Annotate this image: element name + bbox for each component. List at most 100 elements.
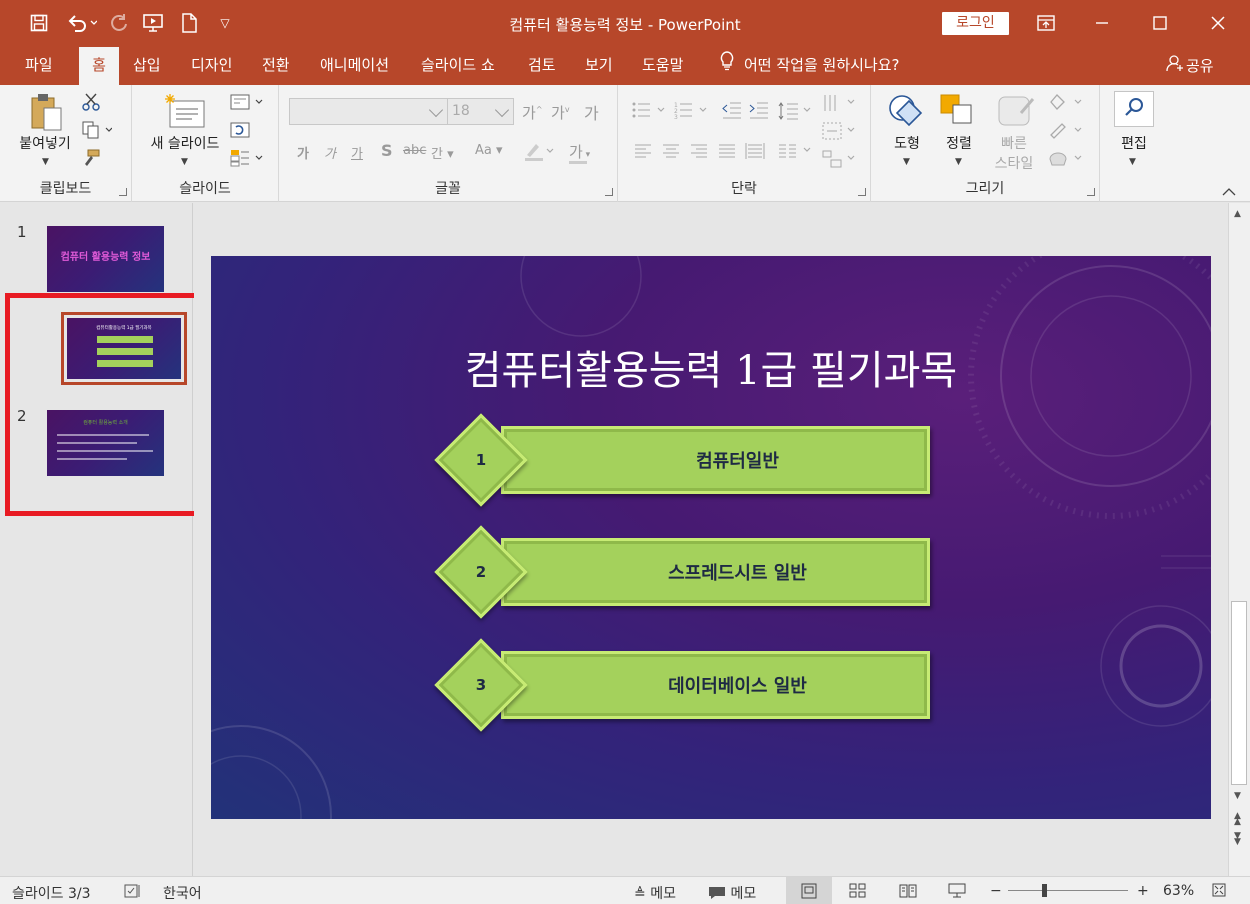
cut-icon[interactable]: [82, 93, 100, 115]
justify-icon[interactable]: [718, 143, 736, 159]
fit-to-window-icon[interactable]: [1212, 883, 1226, 901]
spelling-check-icon[interactable]: [124, 883, 142, 903]
notes-button[interactable]: ≜ 메모: [634, 883, 676, 903]
font-size-combo[interactable]: 18: [447, 98, 514, 125]
align-text-icon[interactable]: [822, 121, 856, 141]
distributed-icon[interactable]: [745, 141, 765, 161]
quick-styles-button[interactable]: 빠른 스타일: [985, 91, 1043, 175]
layout-icon[interactable]: [230, 93, 264, 115]
character-spacing-icon[interactable]: 간 ▾: [431, 143, 454, 162]
ribbon-display-options-icon[interactable]: [1026, 8, 1066, 38]
minimize-icon[interactable]: [1082, 8, 1122, 38]
slide-thumbnail[interactable]: 컴퓨터 활용능력 정보: [47, 226, 164, 292]
item-bar-3[interactable]: 데이터베이스 일반: [501, 651, 930, 719]
tell-me-search[interactable]: 어떤 작업을 원하시나요?: [720, 47, 900, 85]
tab-design[interactable]: 디자인: [191, 47, 232, 85]
save-icon[interactable]: [26, 10, 52, 36]
format-painter-icon[interactable]: [82, 149, 100, 171]
text-direction-icon[interactable]: [822, 93, 856, 113]
font-name-combo[interactable]: [289, 98, 448, 125]
align-left-icon[interactable]: [634, 143, 652, 159]
item-diamond-1[interactable]: 1: [434, 413, 528, 507]
underline-icon[interactable]: 가: [351, 143, 363, 162]
tab-view[interactable]: 보기: [585, 47, 613, 85]
editing-button[interactable]: 편집 ▼: [1112, 91, 1156, 175]
slideshow-view-icon[interactable]: [948, 883, 966, 903]
reading-view-icon[interactable]: [899, 883, 917, 903]
italic-icon[interactable]: 가: [324, 143, 336, 162]
section-icon[interactable]: [230, 149, 264, 171]
tab-review[interactable]: 검토: [528, 47, 556, 85]
share-button[interactable]: 공유: [1166, 47, 1214, 85]
paragraph-launcher-icon[interactable]: [858, 188, 866, 196]
line-spacing-icon[interactable]: [778, 101, 812, 121]
align-right-icon[interactable]: [690, 143, 708, 159]
redo-icon[interactable]: [106, 10, 132, 36]
start-slideshow-icon[interactable]: [140, 10, 166, 36]
zoom-slider-track[interactable]: [1008, 890, 1128, 891]
language-indicator[interactable]: 한국어: [163, 883, 202, 903]
zoom-slider-thumb[interactable]: [1042, 884, 1047, 897]
slide-title[interactable]: 컴퓨터활용능력 1급 필기과목: [211, 338, 1211, 396]
tab-slideshow[interactable]: 슬라이드 쇼: [421, 47, 495, 85]
clipboard-launcher-icon[interactable]: [119, 188, 127, 196]
normal-view-button[interactable]: [786, 877, 832, 904]
arrange-button[interactable]: 정렬 ▼: [935, 91, 983, 175]
shadow-icon[interactable]: S: [381, 141, 393, 160]
tab-file[interactable]: 파일: [25, 47, 53, 85]
decrease-font-icon[interactable]: 가v: [551, 102, 570, 123]
item-bar-1[interactable]: 컴퓨터일반: [501, 426, 930, 494]
slide-canvas[interactable]: 컴퓨터활용능력 1급 필기과목 컴퓨터일반 1 스프레드시트 일반 2 데이터베…: [211, 256, 1211, 819]
highlight-icon[interactable]: [524, 141, 554, 165]
scrollbar-thumb[interactable]: [1231, 601, 1247, 785]
shape-effects-icon[interactable]: [1047, 149, 1087, 167]
zoom-in-icon[interactable]: +: [1137, 883, 1149, 899]
previous-slide-icon[interactable]: ▲ ▲: [1234, 812, 1241, 827]
collapse-ribbon-icon[interactable]: [1222, 185, 1236, 201]
align-center-icon[interactable]: [662, 143, 680, 159]
shapes-dropdown-icon[interactable]: ▼: [903, 157, 910, 167]
login-button[interactable]: 로그인: [942, 12, 1009, 35]
tab-insert[interactable]: 삽입: [133, 47, 161, 85]
shapes-button[interactable]: 도형 ▼: [881, 91, 933, 175]
font-launcher-icon[interactable]: [605, 188, 613, 196]
shape-fill-icon[interactable]: [1047, 93, 1087, 111]
increase-font-icon[interactable]: 가^: [522, 102, 543, 123]
scroll-up-icon[interactable]: ▲: [1234, 209, 1241, 219]
font-color-icon[interactable]: 가 ▾: [569, 141, 590, 164]
tab-home[interactable]: 홈: [79, 47, 119, 85]
slide-sorter-icon[interactable]: [849, 883, 867, 903]
close-icon[interactable]: [1198, 8, 1238, 38]
bold-icon[interactable]: 가: [297, 143, 309, 162]
tab-transitions[interactable]: 전환: [262, 47, 290, 85]
new-file-icon[interactable]: [176, 10, 202, 36]
new-slide-button[interactable]: 새 슬라이드 ▼: [140, 91, 230, 175]
numbering-icon[interactable]: 123: [674, 101, 708, 119]
arrange-dropdown-icon[interactable]: ▼: [955, 157, 962, 167]
tab-help[interactable]: 도움말: [642, 47, 683, 85]
paste-button[interactable]: 붙여넣기 ▼: [10, 91, 78, 175]
zoom-out-icon[interactable]: −: [990, 883, 1002, 899]
vertical-scrollbar[interactable]: ▲ ▼ ▲ ▲ ▼ ▼: [1228, 203, 1250, 876]
item-bar-2[interactable]: 스프레드시트 일반: [501, 538, 930, 606]
scroll-down-icon[interactable]: ▼: [1234, 791, 1241, 801]
comments-button[interactable]: 메모: [708, 883, 756, 903]
customize-toolbar-icon[interactable]: ▽: [212, 10, 238, 36]
change-case-icon[interactable]: Aa ▾: [475, 143, 503, 158]
convert-smartart-icon[interactable]: [822, 149, 856, 169]
decrease-indent-icon[interactable]: [722, 101, 742, 119]
copy-icon[interactable]: [82, 121, 113, 143]
item-diamond-3[interactable]: 3: [434, 638, 528, 732]
editing-dropdown-icon[interactable]: ▼: [1129, 157, 1136, 167]
maximize-icon[interactable]: [1140, 8, 1180, 38]
shape-outline-icon[interactable]: [1047, 121, 1087, 139]
paste-dropdown-icon[interactable]: ▼: [42, 157, 49, 167]
tab-animations[interactable]: 애니메이션: [320, 47, 389, 85]
clear-formatting-icon[interactable]: 가: [584, 100, 599, 124]
columns-icon[interactable]: [778, 143, 812, 159]
undo-icon[interactable]: [64, 10, 100, 36]
increase-indent-icon[interactable]: [749, 101, 769, 119]
zoom-percentage[interactable]: 63%: [1163, 883, 1194, 899]
drawing-launcher-icon[interactable]: [1087, 188, 1095, 196]
new-slide-dropdown-icon[interactable]: ▼: [181, 157, 188, 167]
